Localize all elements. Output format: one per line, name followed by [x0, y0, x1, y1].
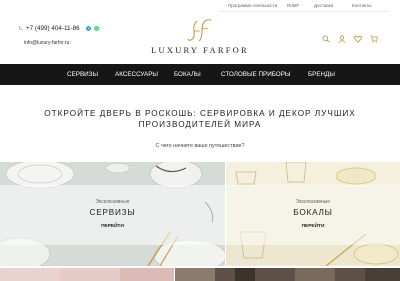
user-icon[interactable] — [338, 35, 346, 43]
category-card-services: Эксклюзивные СЕРВИЗЫ ПЕРЕЙТИ — [0, 185, 225, 245]
nav-item-glasses[interactable]: БОКАЛЫ — [174, 71, 201, 78]
category-card-glasses: Эксклюзивные БОКАЛЫ ПЕРЕЙТИ — [226, 185, 400, 245]
nav-item-brands[interactable]: БРЕНДЫ — [308, 71, 335, 78]
loyalty-program-link[interactable]: Программа лояльности — [228, 3, 277, 8]
delivery-link[interactable]: Доставка — [314, 3, 333, 8]
category-tile-pink[interactable] — [0, 268, 174, 281]
category-kicker: Эксклюзивные — [95, 199, 130, 205]
go-button[interactable]: ПЕРЕЙТИ — [226, 224, 400, 229]
category-title: СЕРВИЗЫ — [89, 208, 136, 217]
page-headline: ОТКРОЙТЕ ДВЕРЬ В РОСКОШЬ: СЕРВИРОВКА И Д… — [44, 109, 356, 129]
category-tile-dark[interactable] — [175, 268, 400, 281]
logo-monogram-icon[interactable] — [180, 18, 220, 44]
category-title: БОКАЛЫ — [293, 208, 333, 217]
contacts-link[interactable]: Контакты — [352, 3, 371, 8]
nav-item-services[interactable]: СЕРВИЗЫ — [67, 71, 98, 78]
nav-item-cutlery[interactable]: СТОЛОВЫЕ ПРИБОРЫ — [221, 71, 290, 78]
phone-block: +7 (499) 404-11-86 — [18, 25, 99, 32]
phone-number[interactable]: +7 (499) 404-11-86 — [26, 25, 80, 32]
nav-item-accessories[interactable]: АКСЕССУАРЫ — [115, 71, 158, 78]
subheading: С чего начнете ваше путешествие? — [155, 143, 245, 149]
cutlery-photo — [175, 268, 400, 281]
viber-icon[interactable] — [85, 26, 91, 31]
go-button[interactable]: ПЕРЕЙТИ — [0, 224, 225, 229]
header-icons — [322, 35, 378, 43]
rumf-link[interactable]: RuMF — [287, 3, 299, 8]
top-divider — [220, 11, 388, 12]
main-nav: СЕРВИЗЫ АКСЕССУАРЫ БОКАЛЫ СТОЛОВЫЕ ПРИБО… — [0, 64, 400, 85]
whatsapp-icon[interactable] — [93, 26, 99, 31]
heart-icon[interactable] — [354, 35, 362, 43]
search-icon[interactable] — [322, 35, 330, 43]
decor-photo — [0, 268, 174, 281]
category-kicker: Эксклюзивные — [295, 199, 331, 205]
cart-icon[interactable] — [370, 35, 378, 43]
logo-text[interactable]: LUXURY FARFOR — [0, 45, 400, 55]
phone-icon — [18, 26, 23, 31]
